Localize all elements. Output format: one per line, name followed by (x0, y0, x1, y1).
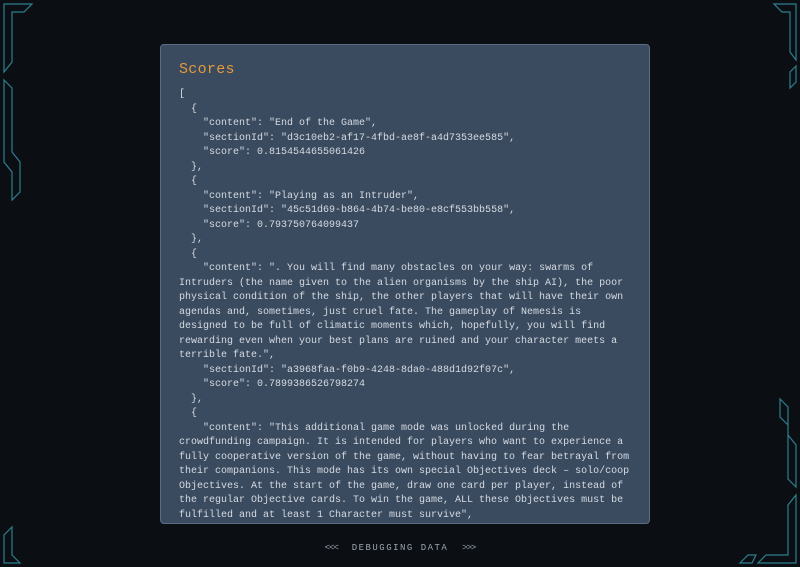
hud-bracket-bottom-right (738, 395, 798, 565)
scores-json-dump: [ { "content": "End of the Game", "secti… (179, 88, 631, 524)
debugging-data-label: <<< DEBUGGING DATA >>> (325, 543, 476, 553)
chevron-right-icon: >>> (462, 543, 475, 553)
scores-panel: Scores [ { "content": "End of the Game",… (160, 44, 650, 524)
hud-bracket-top-right (768, 2, 798, 92)
chevron-left-icon: <<< (325, 543, 338, 553)
hud-bracket-top-left (2, 2, 42, 202)
footer-text: DEBUGGING DATA (352, 543, 449, 553)
hud-bracket-bottom-left (2, 525, 22, 565)
panel-title: Scores (179, 61, 631, 78)
